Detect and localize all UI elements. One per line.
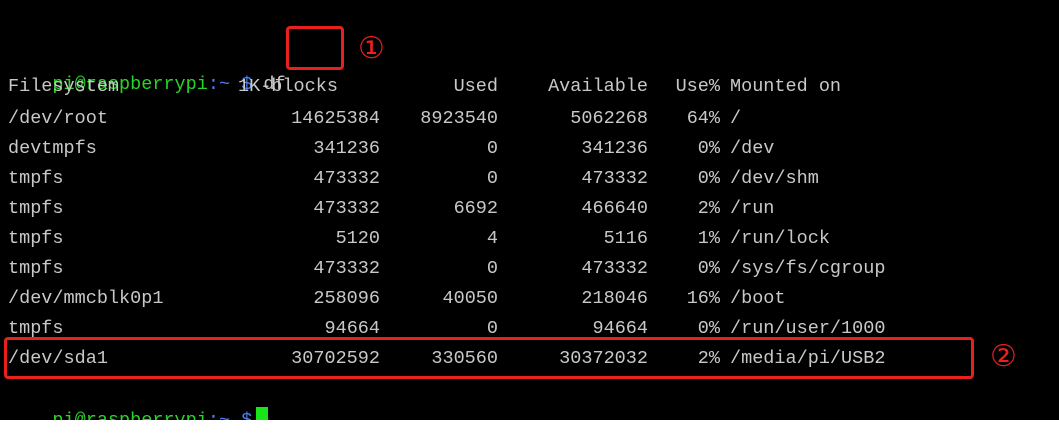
- cell-mounted-on: /sys/fs/cgroup: [730, 258, 886, 279]
- cell-use-percent: 0%: [697, 258, 720, 279]
- cell-mounted-on: /: [730, 108, 742, 129]
- cell-used: 0: [486, 138, 498, 159]
- annotation-box-usb-row: [4, 337, 974, 379]
- cell-used: 4: [486, 228, 498, 249]
- cell-mounted-on: /dev/shm: [730, 168, 819, 189]
- annotation-box-command: [286, 26, 344, 70]
- cell-blocks: 5120: [335, 228, 380, 249]
- header-used: Used: [453, 76, 498, 97]
- cell-blocks: 473332: [313, 168, 380, 189]
- cell-available: 218046: [581, 288, 648, 309]
- table-row: tmpfs 5120 4 5116 1% /run/lock: [8, 224, 1048, 254]
- cell-use-percent: 0%: [697, 168, 720, 189]
- cell-mounted-on: /run/lock: [730, 228, 830, 249]
- cell-available: 473332: [581, 258, 648, 279]
- annotation-marker-2: ②: [990, 339, 1017, 374]
- cell-used: 6692: [453, 198, 498, 219]
- cell-used: 0: [486, 258, 498, 279]
- header-filesystem: Filesystem: [8, 76, 120, 97]
- cell-use-percent: 1%: [697, 228, 720, 249]
- header-use-percent: Use%: [675, 76, 720, 97]
- cell-available: 466640: [581, 198, 648, 219]
- table-row: /dev/root 14625384 8923540 5062268 64% /: [8, 104, 1048, 134]
- cell-used: 0: [486, 168, 498, 189]
- prompt-dollar: $: [241, 410, 252, 420]
- cell-mounted-on: /boot: [730, 288, 786, 309]
- prompt-line-final[interactable]: pi@raspberrypi:~ $: [8, 376, 269, 420]
- table-row: tmpfs 473332 6692 466640 2% /run: [8, 194, 1048, 224]
- cell-mounted-on: /dev: [730, 138, 775, 159]
- header-mounted-on: Mounted on: [730, 76, 842, 97]
- cell-filesystem: tmpfs: [8, 258, 64, 279]
- cell-filesystem: /dev/mmcblk0p1: [8, 288, 164, 309]
- table-row: /dev/mmcblk0p1 258096 40050 218046 16% /boot: [8, 284, 1048, 314]
- cell-filesystem: devtmpfs: [8, 138, 97, 159]
- header-blocks: 1K-blocks: [238, 76, 338, 97]
- terminal-window[interactable]: pi@raspberrypi:~ $ df Filesystem 1K-bloc…: [0, 0, 1059, 420]
- annotation-marker-1: ①: [358, 31, 385, 66]
- table-header: Filesystem 1K-blocks Used Available Use%…: [8, 72, 1048, 102]
- cell-blocks: 258096: [313, 288, 380, 309]
- prompt-path: :~: [208, 410, 230, 420]
- cell-used: 8923540: [420, 108, 498, 129]
- cell-filesystem: /dev/root: [8, 108, 108, 129]
- cell-use-percent: 16%: [686, 288, 720, 309]
- cell-available: 5062268: [570, 108, 648, 129]
- cell-blocks: 14625384: [291, 108, 380, 129]
- terminal-cursor: [256, 407, 269, 420]
- prompt-user-host: pi@raspberrypi: [52, 410, 207, 420]
- header-available: Available: [548, 76, 648, 97]
- cell-available: 5116: [603, 228, 648, 249]
- cell-blocks: 341236: [313, 138, 380, 159]
- table-row: devtmpfs 341236 0 341236 0% /dev: [8, 134, 1048, 164]
- cell-use-percent: 2%: [697, 198, 720, 219]
- cell-use-percent: 64%: [686, 108, 720, 129]
- prompt-line: pi@raspberrypi:~ $ df: [8, 40, 285, 95]
- cell-available: 341236: [581, 138, 648, 159]
- cell-filesystem: tmpfs: [8, 168, 64, 189]
- cell-used: 40050: [442, 288, 498, 309]
- cell-available: 473332: [581, 168, 648, 189]
- table-row: tmpfs 473332 0 473332 0% /sys/fs/cgroup: [8, 254, 1048, 284]
- cell-blocks: 473332: [313, 198, 380, 219]
- cell-blocks: 473332: [313, 258, 380, 279]
- cell-filesystem: tmpfs: [8, 228, 64, 249]
- cell-use-percent: 0%: [697, 138, 720, 159]
- table-row: tmpfs 473332 0 473332 0% /dev/shm: [8, 164, 1048, 194]
- cell-mounted-on: /run: [730, 198, 775, 219]
- cell-filesystem: tmpfs: [8, 198, 64, 219]
